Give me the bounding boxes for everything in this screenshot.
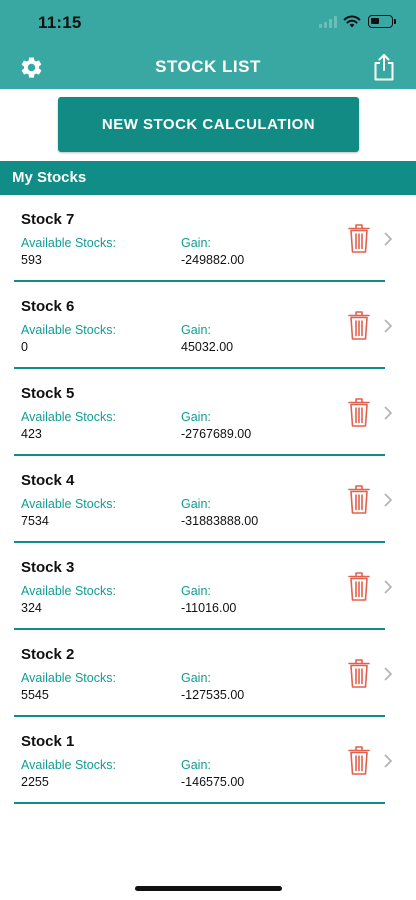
app-header: 11:15 STOCK LIST (0, 0, 416, 89)
gain-label: Gain: (181, 410, 211, 424)
available-label: Available Stocks: (21, 758, 116, 772)
stock-row[interactable]: Stock 5 Available Stocks: 423 Gain: -276… (0, 369, 416, 456)
wifi-icon (343, 15, 361, 28)
share-icon[interactable] (372, 53, 396, 81)
stock-name: Stock 1 (21, 733, 75, 750)
chevron-right-icon (384, 319, 392, 333)
section-header: My Stocks (0, 161, 416, 195)
gain-value: -146575.00 (181, 775, 245, 789)
chevron-right-icon (384, 580, 392, 594)
gain-value: -2767689.00 (181, 427, 252, 441)
available-label: Available Stocks: (21, 497, 116, 511)
available-label: Available Stocks: (21, 584, 116, 598)
available-label: Available Stocks: (21, 410, 116, 424)
gain-label: Gain: (181, 671, 211, 685)
stock-name: Stock 3 (21, 559, 75, 576)
chevron-right-icon (384, 232, 392, 246)
gain-value: -249882.00 (181, 253, 245, 267)
available-value: 593 (21, 253, 42, 267)
available-value: 0 (21, 340, 28, 354)
available-value: 7534 (21, 514, 49, 528)
trash-icon[interactable] (347, 570, 371, 602)
gain-value: -31883888.00 (181, 514, 259, 528)
home-indicator[interactable] (135, 886, 282, 891)
stock-list: Stock 7 Available Stocks: 593 Gain: -249… (0, 195, 416, 804)
battery-icon (368, 15, 396, 28)
status-time: 11:15 (38, 13, 82, 32)
gain-label: Gain: (181, 497, 211, 511)
gain-value: -11016.00 (181, 601, 237, 615)
available-value: 324 (21, 601, 42, 615)
available-label: Available Stocks: (21, 236, 116, 250)
gain-label: Gain: (181, 323, 211, 337)
available-label: Available Stocks: (21, 671, 116, 685)
trash-icon[interactable] (347, 744, 371, 776)
trash-icon[interactable] (347, 483, 371, 515)
trash-icon[interactable] (347, 309, 371, 341)
stock-name: Stock 2 (21, 646, 75, 663)
gain-label: Gain: (181, 584, 211, 598)
stock-row[interactable]: Stock 7 Available Stocks: 593 Gain: -249… (0, 195, 416, 282)
new-stock-calculation-button[interactable]: NEW STOCK CALCULATION (58, 97, 359, 152)
available-value: 5545 (21, 688, 49, 702)
stock-row[interactable]: Stock 6 Available Stocks: 0 Gain: 45032.… (0, 282, 416, 369)
stock-row[interactable]: Stock 2 Available Stocks: 5545 Gain: -12… (0, 630, 416, 717)
stock-row[interactable]: Stock 1 Available Stocks: 2255 Gain: -14… (0, 717, 416, 804)
available-label: Available Stocks: (21, 323, 116, 337)
trash-icon[interactable] (347, 222, 371, 254)
trash-icon[interactable] (347, 657, 371, 689)
trash-icon[interactable] (347, 396, 371, 428)
available-value: 2255 (21, 775, 49, 789)
chevron-right-icon (384, 754, 392, 768)
available-value: 423 (21, 427, 42, 441)
gain-value: 45032.00 (181, 340, 234, 354)
chevron-right-icon (384, 493, 392, 507)
cellular-signal-icon (319, 16, 339, 28)
chevron-right-icon (384, 667, 392, 681)
row-divider (14, 802, 385, 804)
chevron-right-icon (384, 406, 392, 420)
stock-row[interactable]: Stock 4 Available Stocks: 7534 Gain: -31… (0, 456, 416, 543)
stock-name: Stock 5 (21, 385, 75, 402)
gain-label: Gain: (181, 236, 211, 250)
stock-row[interactable]: Stock 3 Available Stocks: 324 Gain: -110… (0, 543, 416, 630)
stock-name: Stock 6 (21, 298, 75, 315)
stock-name: Stock 4 (21, 472, 75, 489)
gain-value: -127535.00 (181, 688, 245, 702)
page-title: STOCK LIST (155, 57, 261, 76)
stock-name: Stock 7 (21, 211, 75, 228)
gain-label: Gain: (181, 758, 211, 772)
